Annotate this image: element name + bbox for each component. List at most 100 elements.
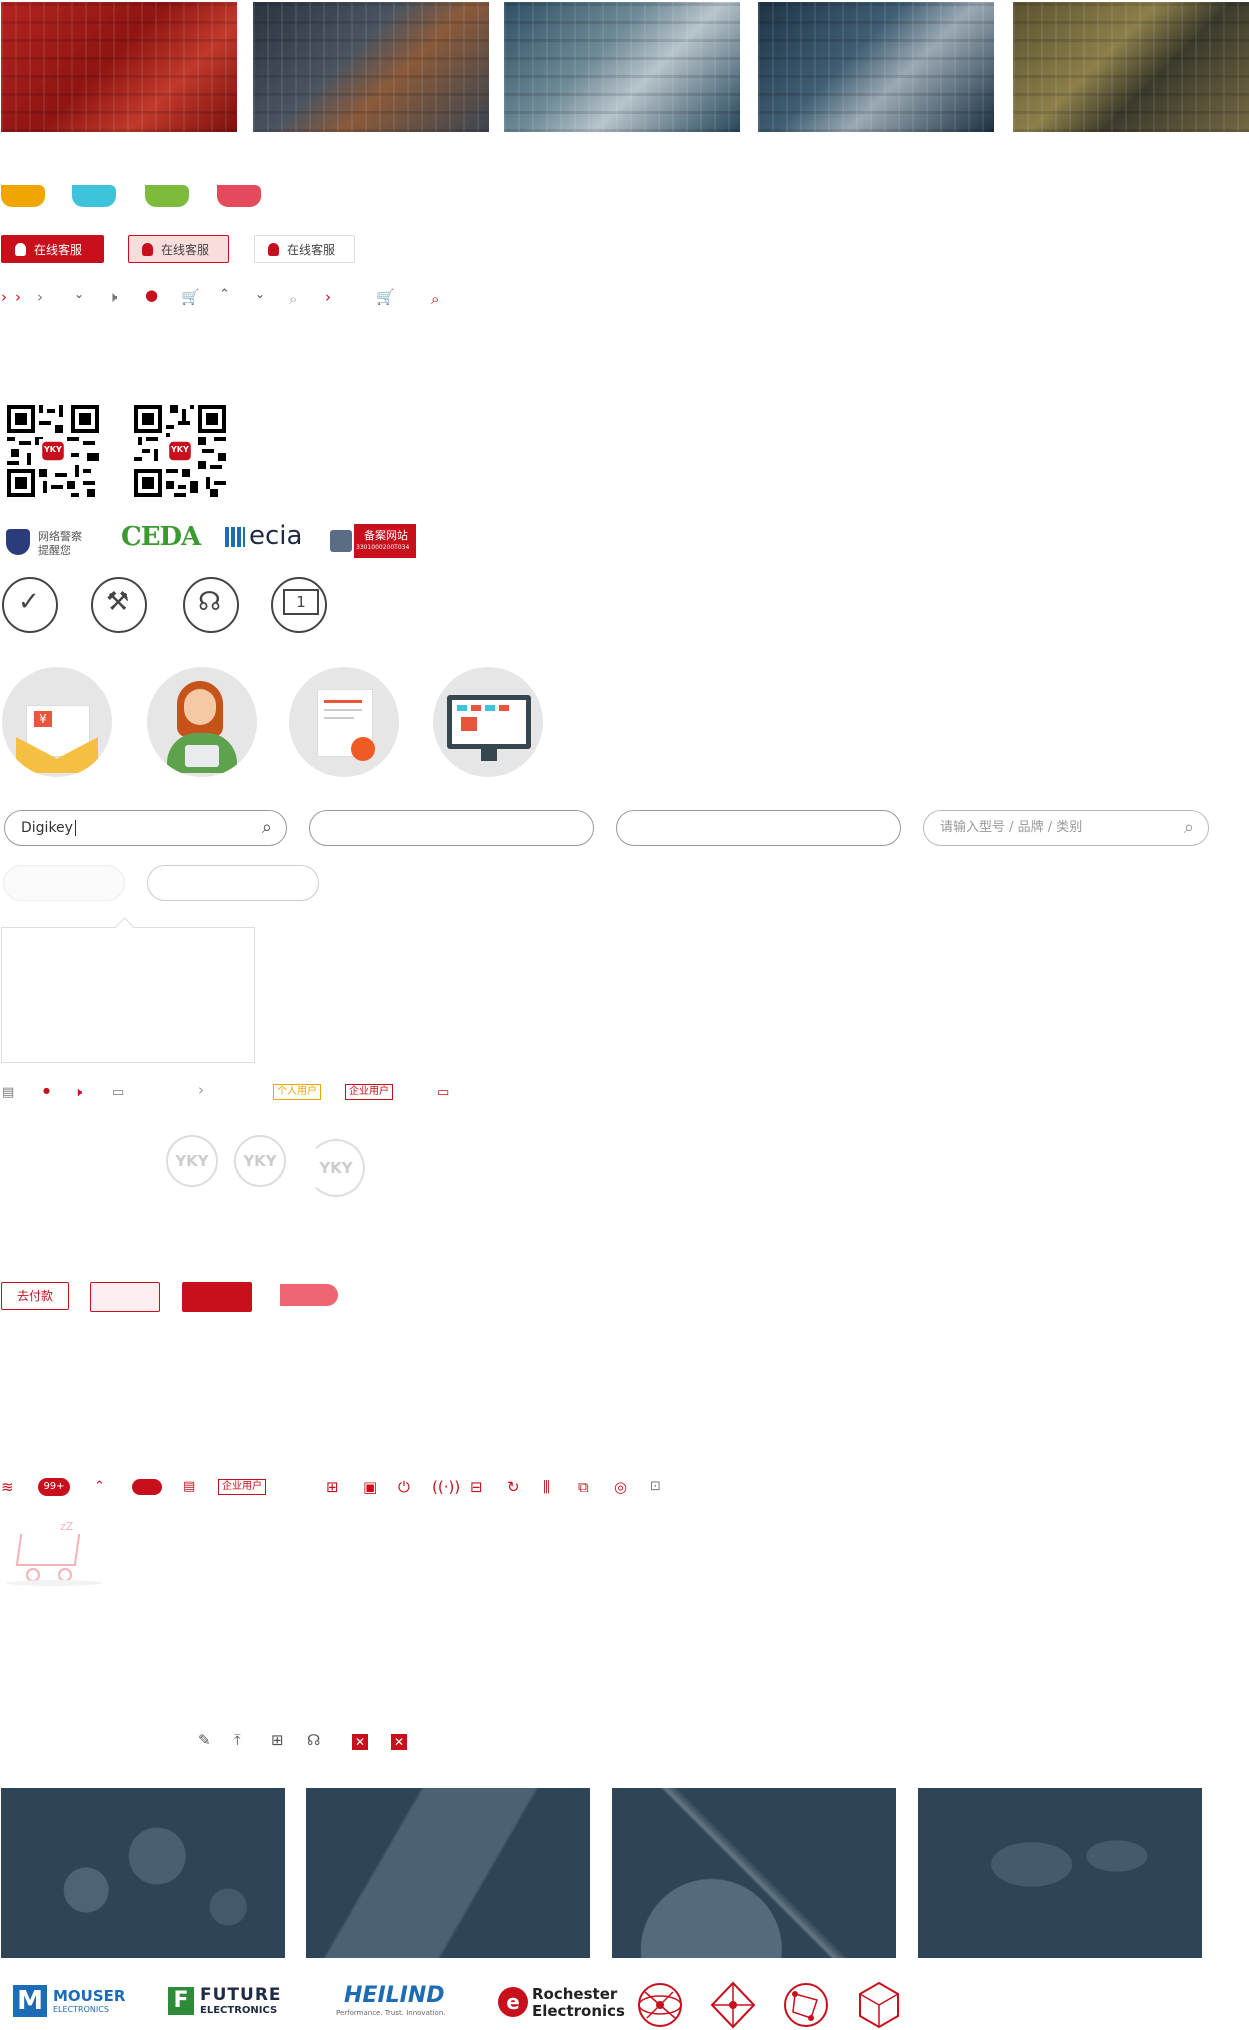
speaker-icon: 🕨 (108, 288, 118, 306)
future-name: FUTURE (200, 1985, 282, 2005)
yky-logo: YKY (166, 1135, 218, 1187)
certificate-icon (289, 667, 399, 777)
org-chart-icon[interactable]: ⊞ (326, 1478, 339, 1496)
cart-basket (15, 1534, 81, 1566)
flag-tab-coral (280, 1284, 338, 1306)
search-input[interactable]: Digikey ⌕ (4, 810, 287, 846)
cart-icon[interactable]: 🛒 (376, 288, 395, 306)
chevron-right-icon[interactable]: › (1, 288, 7, 306)
search-icon[interactable]: ⌕ (262, 811, 272, 845)
future-sub: ELECTRONICS (200, 2005, 278, 2016)
qq-icon (268, 243, 279, 256)
equalizer-icon[interactable]: ⫼ (543, 1478, 550, 1496)
mouser-logo[interactable]: M MOUSER ELECTRONICS (13, 1985, 125, 2019)
document-icon[interactable]: ▤ (183, 1478, 195, 1496)
phone-panel (306, 1788, 590, 1958)
search-icon[interactable]: ⌕ (431, 290, 439, 308)
record-badge[interactable]: 备案网站 3301000200T034 (330, 522, 416, 558)
heilind-logo[interactable]: HEILIND Performance. Trust. Innovation. (336, 1983, 456, 2019)
toolbox-icon[interactable]: ⊟ (470, 1478, 483, 1496)
qr-logo-label: YKY (44, 445, 62, 454)
payment-envelope-icon: ¥ (2, 667, 112, 777)
chip-icon[interactable]: ▣ (363, 1478, 377, 1496)
close-icon[interactable]: ✕ (391, 1734, 407, 1750)
search-icon[interactable]: ⌕ (1184, 811, 1194, 845)
qr-code: YKY (134, 405, 226, 497)
chevron-right-icon[interactable]: › (198, 1081, 204, 1099)
ecia-grid-icon (225, 527, 245, 547)
cart-shadow (6, 1580, 102, 1586)
chevron-right-icon[interactable]: › (15, 288, 21, 306)
close-icon[interactable]: ✕ (352, 1734, 368, 1750)
currency-panel (1, 1788, 285, 1958)
pay-button[interactable]: 去付款 (1, 1282, 69, 1310)
world-map-panel (918, 1788, 1202, 1958)
panel-texture (306, 1788, 590, 1958)
chevron-down-icon[interactable]: ⌄ (255, 285, 265, 303)
chevron-down-icon[interactable]: ⌄ (74, 285, 84, 303)
qq-icon[interactable]: ● (145, 286, 158, 304)
ecia-logo[interactable]: ecia (225, 521, 305, 555)
wireless-icon[interactable]: ((·)) (432, 1478, 460, 1496)
panel-texture (1, 1788, 285, 1958)
outline-button-pink[interactable] (90, 1282, 160, 1312)
heilind-tagline: Performance. Trust. Innovation. (336, 2009, 446, 2017)
online-service-label: 在线客服 (161, 243, 210, 257)
red-envelope-banner (1, 2, 237, 132)
copy-icon[interactable]: ⧉ (578, 1478, 589, 1496)
chevron-up-icon[interactable]: ⌃ (94, 1478, 105, 1496)
multimeter-banner (253, 2, 489, 132)
chat-icon[interactable]: ▭ (437, 1084, 449, 1102)
search-input-empty[interactable] (616, 810, 901, 846)
chevron-up-icon[interactable]: ⌃ (219, 286, 230, 304)
document-icon[interactable]: ▤ (2, 1084, 14, 1102)
back-to-top-icon[interactable]: ⤒ (234, 1731, 241, 1749)
police-line2: 提醒您 (38, 544, 71, 557)
future-logo[interactable]: F FUTURE ELECTRONICS (168, 1985, 288, 2019)
headset-icon[interactable]: ☊ (307, 1731, 320, 1749)
rochester-logo[interactable]: e Rochester Electronics (498, 1985, 625, 2020)
speaker-icon: 🕨 (74, 1085, 83, 1100)
cart-icon[interactable]: 🛒 (181, 288, 200, 306)
personal-user-tag: 个人用户 (273, 1084, 321, 1100)
network-globe-icon (638, 1983, 682, 2027)
panel-texture (918, 1788, 1202, 1958)
qr-code-icon[interactable]: ⊞ (271, 1731, 284, 1749)
online-service-button-light[interactable]: 在线客服 (128, 235, 229, 263)
ecia-text: ecia (249, 521, 303, 551)
circuit-board-banner (1013, 2, 1249, 132)
refresh-icon[interactable]: ↻ (507, 1478, 520, 1496)
globe-panel (612, 1788, 896, 1958)
online-service-button-outline[interactable]: 在线客服 (254, 235, 355, 263)
enterprise-user-tag: 企业用户 (218, 1479, 266, 1495)
search-input-placeholder[interactable]: 请输入型号 / 品牌 / 类别 ⌕ (923, 810, 1209, 846)
chevron-right-icon[interactable]: › (325, 288, 331, 306)
chat-icon[interactable]: ▭ (112, 1084, 124, 1102)
online-service-button-solid[interactable]: 在线客服 (1, 235, 104, 263)
pill-button-outline[interactable] (147, 865, 319, 901)
edit-icon[interactable]: ✎ (198, 1731, 211, 1749)
ceda-logo[interactable]: CEDA (121, 522, 201, 554)
search-icon[interactable]: ⌕ (289, 290, 297, 308)
layers-icon[interactable]: ≋ (1, 1478, 14, 1496)
toggle-pill[interactable] (132, 1479, 162, 1495)
search-value: Digikey (21, 820, 73, 836)
ceda-text: CEDA (121, 522, 201, 552)
chevron-right-icon[interactable]: › (37, 288, 43, 306)
empty-cart-illustration: zZ (2, 1520, 102, 1586)
quality-badge-icon: ✓ (2, 577, 58, 633)
customer-support-icon: ☊ (183, 577, 239, 633)
power-icon[interactable]: ⏻ (398, 1478, 410, 1496)
police-badge[interactable]: 网络警察 提醒您 (6, 527, 88, 559)
record-title: 备案网站 (364, 529, 408, 542)
fingerprint-icon[interactable]: ◎ (614, 1478, 627, 1496)
coupon-icon[interactable]: ⊡ (650, 1478, 661, 1496)
pill-button-light[interactable] (3, 865, 125, 901)
rochester-sub: Electronics (532, 2002, 625, 2020)
future-f-icon: F (168, 1987, 194, 2015)
number-one-icon: 1 (271, 577, 327, 633)
search-input-empty[interactable] (309, 810, 594, 846)
yky-logo: YKY (234, 1135, 286, 1187)
qq-icon (15, 243, 26, 256)
solid-button-red[interactable] (182, 1282, 252, 1312)
